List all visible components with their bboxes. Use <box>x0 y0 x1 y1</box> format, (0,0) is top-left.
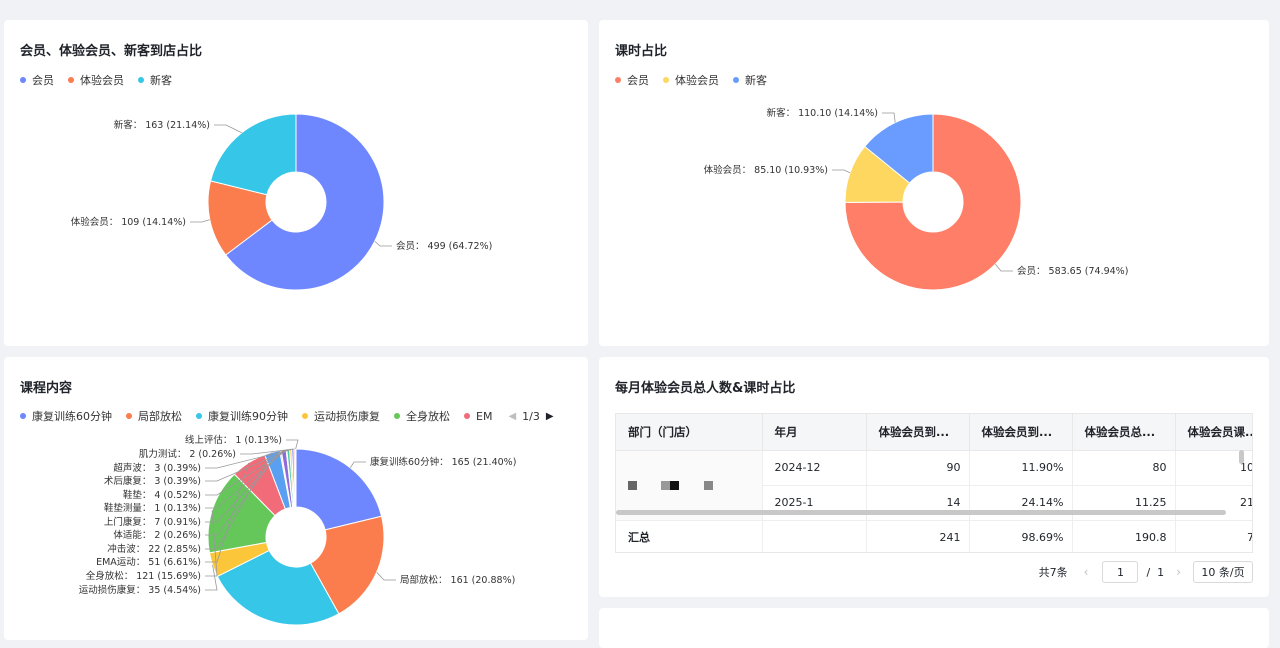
data-label-103: 术后康复： 3 (0.39%) <box>104 475 201 487</box>
data-label-1: 体验会员： 85.10 (10.93%) <box>704 164 828 176</box>
data-label-2: 新客： 110.10 (14.14%) <box>767 107 878 119</box>
data-label-109: EMA运动： 51 (6.61%) <box>96 557 201 568</box>
empty-cell <box>762 520 867 552</box>
table-total-row: 汇总 241 98.69% 190.8 71.8 <box>616 520 1252 552</box>
data-label-1: 体验会员： 109 (14.14%) <box>71 216 186 228</box>
data-label-100: 线上评估： 1 (0.13%) <box>185 434 282 446</box>
label-leader-line <box>832 169 851 174</box>
value-cell: 80 <box>1072 450 1176 486</box>
column-header-trial-hours[interactable]: 体验会员课... <box>1175 414 1252 451</box>
table-row: 2024-12 90 11.90% 80 10.65 <box>616 450 1252 521</box>
pie-slice-14[interactable] <box>294 448 297 508</box>
redacted-block <box>704 481 713 490</box>
total-value-cell: 241 <box>866 520 970 552</box>
redacted-block <box>628 481 637 490</box>
value-cell: 11.90% <box>969 450 1073 486</box>
monthly-trial-table-title: 每月体验会员总人数&课时占比 <box>615 381 796 396</box>
prev-page-icon[interactable]: ‹ <box>1084 565 1089 579</box>
pie-slice-0[interactable] <box>295 448 383 531</box>
month-cell: 2024-12 <box>762 450 867 486</box>
data-label-111: 运动损伤康复： 35 (4.54%) <box>79 584 201 596</box>
next-card <box>599 608 1269 648</box>
redacted-block <box>660 481 670 490</box>
label-leader-line <box>374 240 392 247</box>
page-size-select[interactable]: 10 条/页 <box>1193 561 1253 583</box>
horizontal-scrollbar[interactable] <box>616 510 1226 515</box>
total-value-cell: 190.8 <box>1072 520 1176 552</box>
column-header-department[interactable]: 部门（门店） <box>616 414 763 451</box>
course-content-pie-chart: 康复训练60分钟： 165 (21.40%) 局部放松： 161 (20.88%)… <box>79 434 516 626</box>
visit-ratio-card: 会员、体验会员、新客到店占比 会员 体验会员 新客 会员： 499 (64.72… <box>4 20 588 346</box>
label-leader-line <box>214 124 242 134</box>
course-content-card: 课程内容 康复训练60分钟 局部放松 康复训练90分钟 运动损伤康复 全身放松 … <box>4 357 588 640</box>
page-count: / 1 <box>1146 565 1165 579</box>
column-header-month[interactable]: 年月 <box>762 414 867 451</box>
label-leader-line <box>190 219 210 223</box>
data-label-0: 康复训练60分钟： 165 (21.40%) <box>370 456 516 468</box>
data-label-0: 会员： 499 (64.72%) <box>396 240 492 252</box>
data-label-106: 上门康复： 7 (0.91%) <box>104 516 201 528</box>
redacted-block <box>669 481 679 490</box>
data-label-107: 体适能： 2 (0.26%) <box>113 529 201 541</box>
table-pagination: 共7条 ‹ 1 / 1 › 10 条/页 <box>1039 561 1253 583</box>
monthly-trial-table-card: 每月体验会员总人数&课时占比 部门（门店） 年月 体验会员到... 体验会员到.… <box>599 357 1269 597</box>
hours-ratio-donut-chart: 会员： 583.65 (74.94%) 体验会员： 85.10 (10.93%) 新… <box>704 107 1128 291</box>
total-label-cell: 汇总 <box>616 520 763 552</box>
label-leader-line <box>350 461 366 469</box>
column-header-trial-total[interactable]: 体验会员总... <box>1072 414 1176 451</box>
data-label-102: 超声波： 3 (0.39%) <box>113 462 201 474</box>
page-input[interactable]: 1 <box>1102 561 1139 583</box>
data-label-110: 全身放松： 121 (15.69%) <box>86 570 201 582</box>
hours-ratio-card: 课时占比 会员 体验会员 新客 会员： 583.65 (74.94%) 体验会员：… <box>599 20 1269 346</box>
total-value-cell: 98.69% <box>969 520 1073 552</box>
visit-ratio-donut-chart: 会员： 499 (64.72%) 体验会员： 109 (14.14%) 新客： 16… <box>71 113 492 291</box>
data-label-2: 新客： 163 (21.14%) <box>114 119 210 131</box>
label-leader-line <box>882 112 896 123</box>
vertical-scrollbar[interactable] <box>1239 450 1244 464</box>
column-header-trial-visit-ratio[interactable]: 体验会员到... <box>969 414 1073 451</box>
data-label-105: 鞋垫测量： 1 (0.13%) <box>104 502 201 514</box>
label-leader-line <box>376 571 396 581</box>
table-header-row: 部门（门店） 年月 体验会员到... 体验会员到... 体验会员总... 体验会… <box>616 414 1252 451</box>
monthly-trial-table: 部门（门店） 年月 体验会员到... 体验会员到... 体验会员总... 体验会… <box>615 413 1253 553</box>
data-label-0: 会员： 583.65 (74.94%) <box>1017 265 1128 277</box>
column-header-trial-visits[interactable]: 体验会员到... <box>866 414 970 451</box>
next-page-icon[interactable]: › <box>1176 565 1181 579</box>
data-label-108: 冲击波： 22 (2.85%) <box>107 543 201 555</box>
data-label-101: 肌力测试： 2 (0.26%) <box>139 448 236 460</box>
total-count: 共7条 <box>1038 566 1068 579</box>
data-label-104: 鞋垫： 4 (0.52%) <box>123 489 201 501</box>
data-label-1: 局部放松： 161 (20.88%) <box>400 574 515 586</box>
total-value-cell: 71.8 <box>1175 520 1252 552</box>
pie-slice-2[interactable] <box>209 113 297 196</box>
label-leader-line <box>995 263 1013 272</box>
label-leader-line <box>286 439 299 450</box>
value-cell: 90 <box>866 450 970 486</box>
